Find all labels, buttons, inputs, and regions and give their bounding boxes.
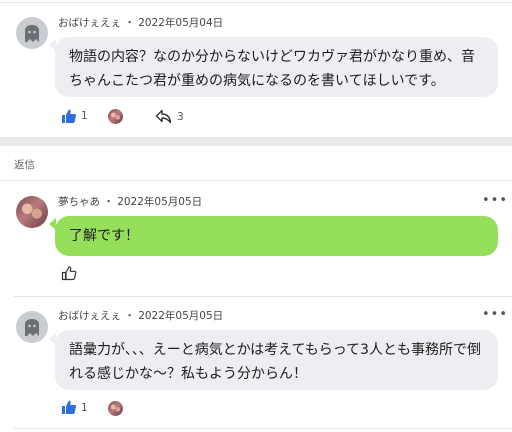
ghost-icon xyxy=(25,319,39,336)
meta-separator: ・ xyxy=(124,17,135,29)
section-separator xyxy=(0,137,512,146)
like-button[interactable] xyxy=(61,108,77,128)
comment-date: 2022年05月05日 xyxy=(117,196,203,208)
meta-separator: ・ xyxy=(103,196,114,208)
like-count: 1 xyxy=(81,402,88,414)
author-name[interactable]: おばけぇえぇ xyxy=(58,310,121,322)
avatar[interactable] xyxy=(16,196,48,228)
reactor-avatar[interactable] xyxy=(108,401,123,416)
replies-divider xyxy=(0,180,512,181)
comment-bubble: 物語の内容？なのか分からないけどワカヴァ君がかなり重め、音ちゃんこたつ君が重めの… xyxy=(55,37,498,97)
bottom-divider xyxy=(14,428,512,429)
top-divider xyxy=(0,2,512,3)
comment-text: 語彙力が、、、えーと病気とかは考えてもらって3人とも事務所で倒れる感じかな〜？私… xyxy=(69,342,481,382)
like-button[interactable] xyxy=(61,399,77,419)
thumbs-up-outline-icon xyxy=(61,266,77,281)
author-name[interactable]: 夢ちゃあ xyxy=(58,196,100,208)
comment-text: 物語の内容？なのか分からないけどワカヴァ君がかなり重め、音ちゃんこたつ君が重めの… xyxy=(69,49,475,89)
reply-icon xyxy=(155,109,172,124)
author-name[interactable]: おばけぇえぇ xyxy=(58,17,121,29)
comment-date: 2022年05月05日 xyxy=(138,310,224,322)
comment-bubble: 了解です！ xyxy=(55,216,498,256)
avatar[interactable] xyxy=(16,17,48,49)
thumbs-up-icon xyxy=(62,400,77,414)
comment-meta: 夢ちゃあ ・ 2022年05月05日 xyxy=(58,194,202,209)
comment-meta: おばけぇえぇ ・ 2022年05月04日 xyxy=(58,15,223,30)
reactor-avatar[interactable] xyxy=(108,109,123,124)
meta-separator: ・ xyxy=(124,310,135,322)
reply-button[interactable] xyxy=(155,109,172,128)
thumbs-up-icon xyxy=(62,109,77,123)
more-options-icon[interactable]: ••• xyxy=(482,307,508,322)
comment-meta: おばけぇえぇ ・ 2022年05月05日 xyxy=(58,308,223,323)
like-button[interactable] xyxy=(61,265,77,285)
avatar[interactable] xyxy=(16,311,48,343)
more-options-icon[interactable]: ••• xyxy=(482,193,508,208)
reply-count: 3 xyxy=(177,111,184,123)
comment-divider xyxy=(14,296,512,297)
like-count: 1 xyxy=(81,110,88,122)
replies-label: 返信 xyxy=(14,159,35,171)
comment-date: 2022年05月04日 xyxy=(138,17,224,29)
ghost-icon xyxy=(25,25,39,42)
comment-bubble: 語彙力が、、、えーと病気とかは考えてもらって3人とも事務所で倒れる感じかな〜？私… xyxy=(55,330,498,390)
comment-text: 了解です！ xyxy=(69,228,139,244)
